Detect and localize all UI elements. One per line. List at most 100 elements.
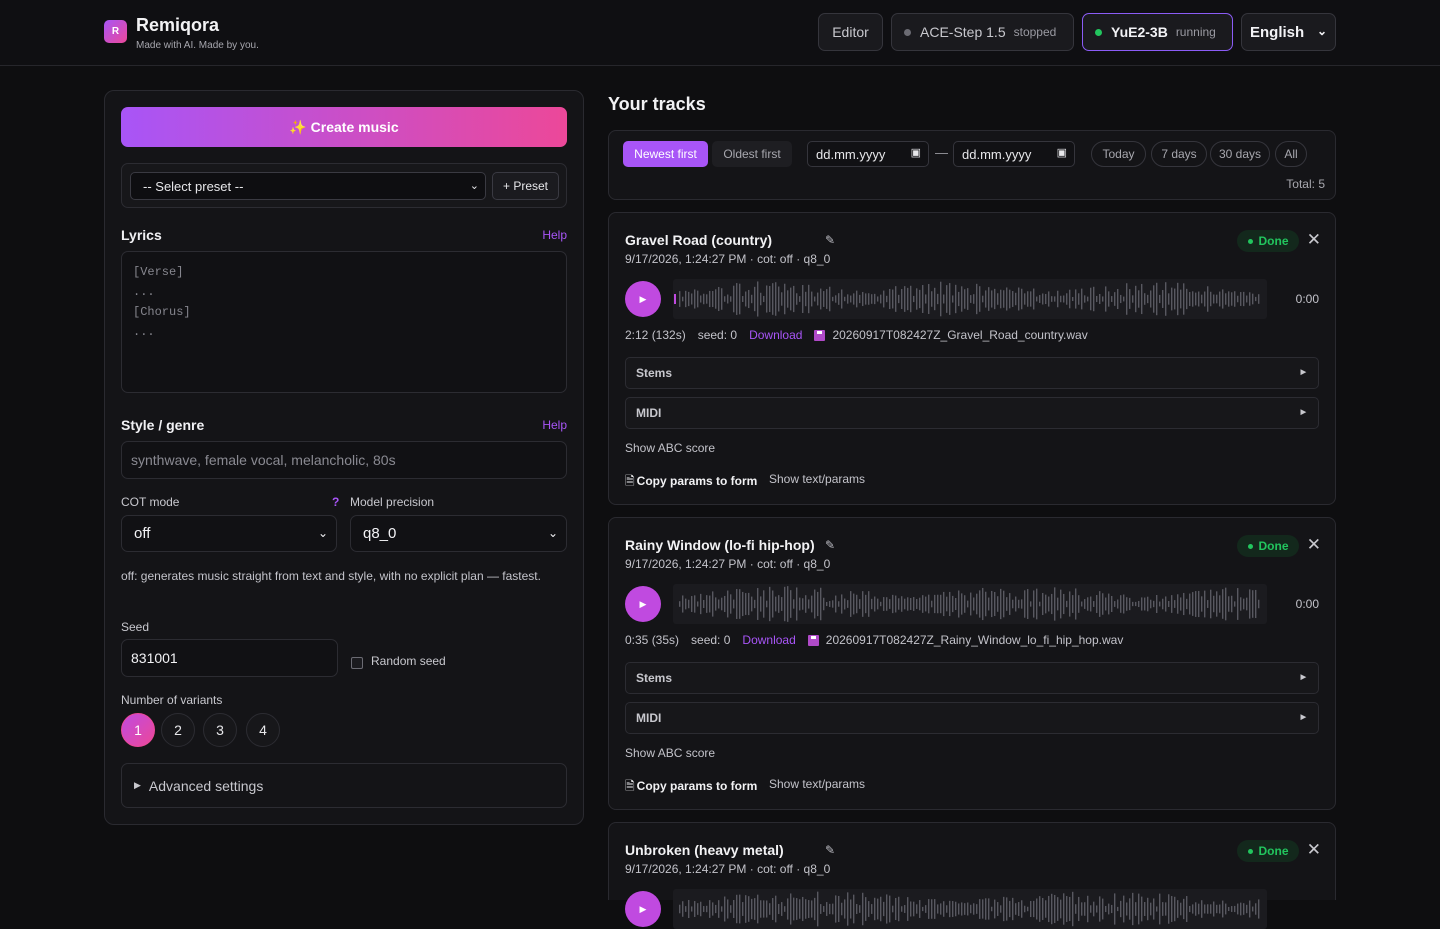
app-name: Remiqora — [136, 15, 220, 35]
triangle-right-icon: ▶ — [1300, 369, 1306, 376]
preset-bar: -- Select preset -- ⌄ + Preset — [121, 163, 567, 208]
range-7-days-button[interactable]: 7 days — [1151, 141, 1207, 167]
status-text: Done — [1258, 539, 1289, 553]
show-params-link[interactable]: Show text/params — [769, 472, 865, 486]
pencil-icon[interactable]: ✎ — [825, 843, 835, 857]
variant-option-3[interactable]: 3 — [203, 713, 237, 747]
track-time: 0:00 — [1295, 292, 1319, 306]
cot-mode-value: off — [134, 525, 151, 542]
variant-option-1[interactable]: 1 — [121, 713, 155, 747]
create-music-button[interactable]: ✨ Create music — [121, 107, 567, 147]
range-all-button[interactable]: All — [1275, 141, 1307, 167]
midi-label: MIDI — [636, 711, 662, 725]
download-link[interactable]: Download — [742, 633, 795, 647]
model-yue-button[interactable]: YuE2-3B running — [1082, 13, 1233, 51]
editor-label: Editor — [832, 24, 869, 40]
track-duration: 2:12 (132s) — [625, 328, 686, 342]
status-dot-icon — [1095, 28, 1102, 36]
stems-toggle[interactable]: Stems ▶ — [625, 357, 1319, 389]
copy-params-button[interactable]: 🗎 Copy params to form — [625, 777, 757, 798]
status-dot-icon — [904, 28, 911, 36]
status-badge: Done — [1237, 230, 1299, 252]
style-input[interactable]: synthwave, female vocal, melancholic, 80… — [121, 441, 567, 479]
track-seed: seed: 0 — [697, 328, 738, 342]
model-name: ACE-Step 1.5 — [920, 24, 1006, 40]
stems-toggle[interactable]: Stems ▶ — [625, 662, 1319, 694]
status-text: Done — [1258, 844, 1289, 858]
model-ace-step-button[interactable]: ACE-Step 1.5 stopped — [891, 13, 1074, 51]
lyrics-help-link[interactable]: Help — [542, 228, 567, 242]
close-icon[interactable]: ✕ — [1307, 840, 1321, 860]
variant-option-4[interactable]: 4 — [246, 713, 280, 747]
chevron-down-icon: ⌄ — [317, 526, 328, 540]
range-today-button[interactable]: Today — [1091, 141, 1146, 167]
midi-toggle[interactable]: MIDI ▶ — [625, 397, 1319, 429]
copy-icon: 🗎 — [625, 474, 635, 488]
random-seed-label: Random seed — [371, 654, 446, 668]
add-preset-button[interactable]: + Preset — [492, 172, 559, 200]
track-meta: 9/17/2026, 1:24:27 PM · cot: off · q8_0 — [625, 252, 831, 266]
close-icon[interactable]: ✕ — [1307, 535, 1321, 555]
sort-newest-button[interactable]: Newest first — [623, 141, 708, 167]
lyrics-textarea[interactable]: [Verse] ... [Chorus] ... — [121, 251, 567, 393]
language-select[interactable]: English ⌄ — [1241, 13, 1336, 51]
preset-select[interactable]: -- Select preset -- ⌄ — [130, 172, 486, 200]
floppy-icon — [807, 634, 819, 646]
tracks-filter-bar: Newest first Oldest first dd.mm.yyyy ▣ —… — [608, 130, 1336, 200]
cot-mode-select[interactable]: off ⌄ — [121, 515, 337, 552]
play-icon[interactable]: ▶ — [625, 281, 661, 317]
download-link[interactable]: Download — [749, 328, 802, 342]
editor-button[interactable]: Editor — [818, 13, 883, 51]
track-filename: 20260917T082427Z_Rainy_Window_lo_fi_hip_… — [825, 633, 1124, 647]
copy-params-button[interactable]: 🗎 Copy params to form — [625, 472, 757, 493]
status-badge: Done — [1237, 535, 1299, 557]
date-from-value: dd.mm.yyyy — [816, 146, 886, 162]
track-time: 0:00 — [1295, 597, 1319, 611]
date-separator: — — [935, 145, 948, 160]
calendar-icon[interactable]: ▣ — [911, 146, 921, 159]
sort-oldest-button[interactable]: Oldest first — [712, 141, 792, 167]
waveform[interactable] — [673, 279, 1267, 319]
track-title: Rainy Window (lo-fi hip-hop) — [625, 537, 815, 553]
advanced-settings-label: Advanced settings — [148, 777, 264, 794]
style-help-link[interactable]: Help — [542, 418, 567, 432]
status-text: Done — [1258, 234, 1289, 248]
waveform[interactable] — [673, 889, 1267, 929]
track-duration: 0:35 (35s) — [625, 633, 680, 647]
cot-help-icon[interactable]: ? — [332, 495, 339, 509]
chevron-down-icon: ⌄ — [547, 526, 558, 540]
floppy-icon — [814, 329, 826, 341]
calendar-icon[interactable]: ▣ — [1057, 146, 1067, 159]
midi-label: MIDI — [636, 406, 662, 420]
track-card: Rainy Window (lo-fi hip-hop) ✎ 9/17/2026… — [608, 517, 1336, 810]
stems-label: Stems — [636, 366, 673, 380]
play-icon[interactable]: ▶ — [625, 586, 661, 622]
play-icon[interactable]: ▶ — [625, 891, 661, 927]
date-to-input[interactable]: dd.mm.yyyy ▣ — [953, 141, 1075, 167]
top-bar: R Remiqora Made with AI. Made by you. Ed… — [0, 0, 1440, 66]
variant-option-2[interactable]: 2 — [161, 713, 195, 747]
date-from-input[interactable]: dd.mm.yyyy ▣ — [807, 141, 929, 167]
precision-label: Model precision — [350, 495, 435, 509]
status-badge: Done — [1237, 840, 1299, 862]
lyrics-label: Lyrics — [121, 227, 162, 243]
range-30-days-button[interactable]: 30 days — [1210, 141, 1270, 167]
tracks-total: Total: 5 — [1286, 177, 1325, 191]
show-params-link[interactable]: Show text/params — [769, 777, 865, 791]
pencil-icon[interactable]: ✎ — [825, 538, 835, 552]
waveform[interactable] — [673, 584, 1267, 624]
track-filename: 20260917T082427Z_Gravel_Road_country.wav — [832, 328, 1088, 342]
midi-toggle[interactable]: MIDI ▶ — [625, 702, 1319, 734]
precision-select[interactable]: q8_0 ⌄ — [350, 515, 567, 552]
precision-value: q8_0 — [363, 525, 397, 542]
advanced-settings-toggle[interactable]: ▶ Advanced settings — [121, 763, 567, 808]
preset-select-value: -- Select preset -- — [143, 178, 244, 194]
show-abc-score-link[interactable]: Show ABC score — [625, 441, 715, 455]
pencil-icon[interactable]: ✎ — [825, 233, 835, 247]
seed-input[interactable]: 831001 — [121, 639, 338, 677]
track-seed: seed: 0 — [691, 633, 731, 647]
close-icon[interactable]: ✕ — [1307, 230, 1321, 250]
variants-label: Number of variants — [121, 693, 223, 707]
random-seed-checkbox[interactable] — [351, 657, 363, 669]
show-abc-score-link[interactable]: Show ABC score — [625, 746, 715, 760]
